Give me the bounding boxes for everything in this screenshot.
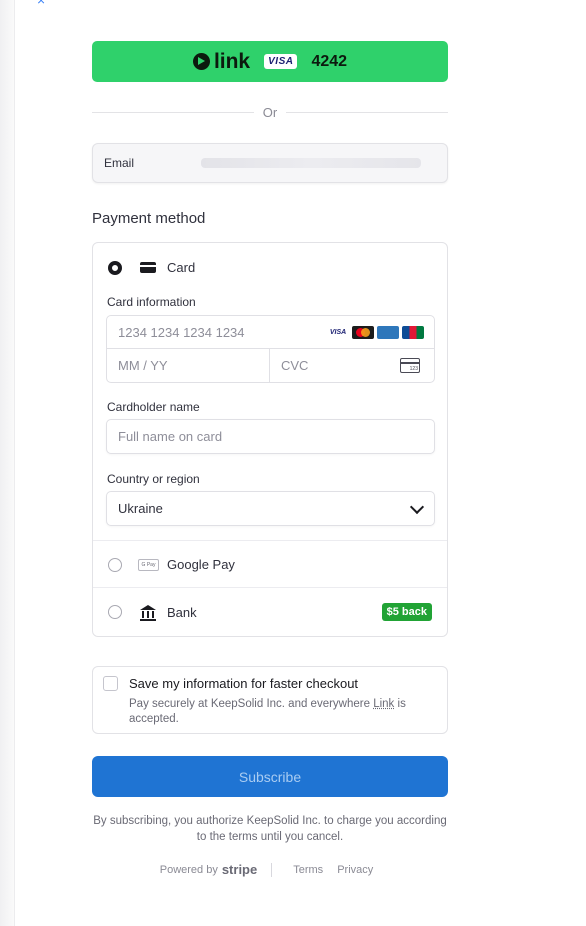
link-logo: link [192, 49, 251, 74]
footer: Powered by stripe Terms Privacy [92, 862, 448, 877]
save-info-title[interactable]: Save my information for faster checkout [129, 676, 358, 691]
stripe-logo[interactable]: stripe [222, 862, 257, 877]
terms-link[interactable]: Terms [293, 864, 323, 876]
or-text: Or [262, 104, 278, 120]
google-pay-label[interactable]: Google Pay [167, 557, 235, 572]
mastercard-icon [352, 326, 374, 339]
expiry-placeholder: MM / YY [118, 358, 168, 373]
amex-icon [377, 326, 399, 339]
cashback-badge: $5 back [381, 603, 432, 621]
cvc-icon-text: 123 [409, 366, 418, 372]
payment-method-title: Payment method [92, 210, 206, 227]
country-value: Ukraine [118, 501, 163, 516]
page-left-edge [0, 0, 15, 926]
card-radio[interactable] [108, 261, 122, 275]
bank-label[interactable]: Bank [167, 605, 197, 620]
google-pay-icon: G Pay [138, 559, 159, 571]
card-number-input[interactable]: 1234 1234 1234 1234 VISA [106, 315, 435, 349]
save-desc-prefix: Pay securely at KeepSolid Inc. and every… [129, 698, 374, 710]
email-value-redacted [201, 158, 421, 168]
cvc-card-icon: 123 [400, 358, 420, 373]
chevron-down-icon [409, 499, 425, 515]
google-pay-radio[interactable] [108, 558, 122, 572]
bank-radio[interactable] [108, 605, 122, 619]
link-logo-text: link [213, 49, 251, 73]
link-info-link[interactable]: Link [373, 698, 394, 710]
divider-line [92, 111, 254, 113]
email-label: Email [104, 156, 135, 170]
visa-icon: VISA [264, 54, 298, 69]
cardholder-name-input[interactable]: Full name on card [106, 419, 435, 454]
card-last4: 4242 [311, 52, 348, 70]
expiry-input[interactable]: MM / YY [106, 348, 270, 383]
country-select[interactable]: Ukraine [106, 491, 435, 526]
card-option-label[interactable]: Card [167, 260, 195, 275]
save-info-checkbox[interactable] [103, 676, 118, 691]
privacy-link[interactable]: Privacy [337, 864, 373, 876]
cardholder-placeholder: Full name on card [118, 429, 223, 444]
footer-separator [271, 862, 273, 877]
close-icon[interactable]: × [37, 0, 45, 8]
cvc-input[interactable]: CVC 123 [269, 348, 435, 383]
option-divider [93, 540, 447, 541]
subscribe-button[interactable]: Subscribe [92, 756, 448, 797]
bank-icon [140, 605, 156, 621]
cardholder-label: Cardholder name [107, 400, 200, 414]
card-brands: VISA [327, 326, 424, 339]
save-info-box: Save my information for faster checkout … [92, 666, 448, 734]
country-label: Country or region [107, 472, 200, 486]
option-divider [93, 587, 447, 588]
card-number-placeholder: 1234 1234 1234 1234 [118, 324, 245, 340]
legal-text: By subscribing, you authorize KeepSolid … [93, 815, 447, 843]
email-field[interactable]: Email [92, 143, 448, 183]
save-info-description: Pay securely at KeepSolid Inc. and every… [129, 697, 429, 727]
cvc-placeholder: CVC [281, 358, 309, 373]
divider-line [286, 111, 449, 113]
link-pay-button[interactable]: link VISA 4242 [92, 41, 448, 82]
link-arrow-icon [192, 53, 210, 70]
credit-card-icon [140, 262, 156, 273]
powered-by-text: Powered by [159, 863, 218, 876]
visa-icon: VISA [327, 326, 349, 339]
card-info-label: Card information [107, 295, 196, 309]
close-icon[interactable]: × [326, 0, 348, 5]
or-divider: Or [92, 104, 449, 120]
jcb-icon [402, 326, 424, 339]
payment-method-box: Card Card information 1234 1234 1234 123… [92, 242, 448, 637]
